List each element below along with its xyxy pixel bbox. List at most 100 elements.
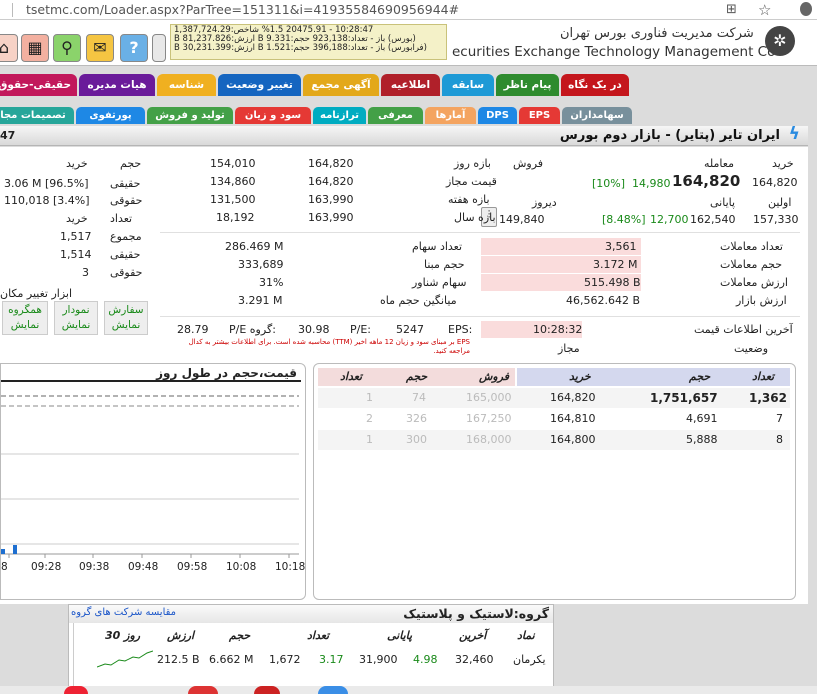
eps-label: EPS:	[448, 323, 473, 336]
group-cell-symbol[interactable]: یکرمان	[513, 653, 546, 666]
divider	[160, 232, 800, 233]
group-header-volume: حجم	[229, 629, 251, 642]
browser-address-bar: tsetmc.com/Loader.aspx?ParTree=151311&i=…	[0, 0, 817, 20]
tool-order-button[interactable]: سفارش نمایش	[104, 301, 148, 335]
search-icon[interactable]: ⚲	[53, 34, 81, 62]
taskbar-app-icon[interactable]	[318, 686, 348, 694]
tab-status-change[interactable]: تغییر وضعیت	[218, 74, 301, 96]
tab-profit-loss[interactable]: سود و زیان	[235, 107, 311, 124]
tab-balance-sheet[interactable]: ترازنامه	[313, 107, 366, 124]
tab-intro[interactable]: معرفی	[368, 107, 423, 124]
sparkline-line	[97, 650, 153, 668]
taskbar-app-icon[interactable]	[254, 686, 280, 694]
volume-bar	[1, 549, 5, 554]
status-value: مجاز	[558, 342, 580, 355]
stats-value-market-value: 46,562.642 B	[566, 294, 641, 307]
trade-price: 164,820	[672, 172, 741, 190]
x-tick-label: 10:18	[275, 561, 306, 573]
stats-label-base-volume: حجم مبنا	[424, 258, 465, 271]
order-cell: 164,810	[550, 412, 596, 425]
group-header-symbol: نماد	[517, 629, 535, 642]
buy-header-bg	[517, 368, 790, 386]
tab-history[interactable]: سابقه	[442, 74, 494, 96]
pe-value: 30.98	[298, 323, 330, 336]
tool-group-button[interactable]: همگروه نمایش	[2, 301, 48, 335]
stats-value-float: 31%	[259, 276, 284, 289]
tool-chart-button[interactable]: نمودار نمایش	[54, 301, 98, 335]
range-high-year: 163,990	[308, 211, 354, 224]
tab-stats[interactable]: آمارها	[425, 107, 476, 124]
last-price: 162,540	[690, 213, 736, 226]
x-tick-label: 09:58	[177, 561, 208, 573]
group-cell-count: 1,672	[269, 653, 301, 666]
tab-overview[interactable]: در یک نگاه	[561, 74, 629, 96]
order-book-panel: تعداد حجم خرید فروش حجم تعداد 1,362 1,75…	[313, 363, 796, 600]
tab-shareholders[interactable]: سهامداران	[562, 107, 632, 124]
stats-value-shares: 286.469 M	[225, 240, 284, 253]
site-header: ⌂ ▦ ⚲ ✉ ? 10:28:47 - 20475.91 %1.5 شاخص:…	[0, 20, 817, 66]
tab-board[interactable]: هیات مدیره	[79, 74, 155, 96]
sparkline-30d	[97, 650, 153, 668]
lightning-icon: ϟ	[788, 124, 800, 144]
tab-individual-legal[interactable]: حقیقی-حقوق	[0, 74, 77, 96]
symbol-code: 47	[0, 129, 16, 142]
company-name-en: ecurities Exchange Technology Management…	[452, 44, 776, 60]
range-label-week: بازه هفته	[448, 193, 490, 206]
tab-meeting-ads[interactable]: آگهی مجمع	[303, 74, 379, 96]
tab-meeting-decisions[interactable]: تصمیمات مجا	[0, 107, 74, 124]
order-cell: 4,691	[686, 412, 718, 425]
buy-label: خرید	[772, 157, 794, 170]
url-text[interactable]: tsetmc.com/Loader.aspx?ParTree=151311&i=…	[26, 2, 459, 17]
more-icon[interactable]	[152, 34, 166, 62]
group-header-30d: 30 روز	[105, 629, 141, 642]
tab-announcements[interactable]: اطلاعیه	[381, 74, 440, 96]
group-pe-label: P/E گروه:	[229, 323, 276, 336]
group-header-value: ارزش	[167, 629, 195, 642]
group-cell-final-change: 3.17	[319, 653, 344, 666]
group-compare-link[interactable]: مقایسه شرکت های گروه	[71, 607, 176, 618]
group-pe-value: 28.79	[177, 323, 209, 336]
translate-icon[interactable]: ⊞	[726, 2, 737, 17]
order-header-count-sell: تعداد	[340, 370, 363, 383]
profile-icon[interactable]	[800, 2, 812, 16]
market-ticker: 10:28:47 - 20475.91 %1.5 شاخص:1,387,724.…	[170, 24, 447, 60]
taskbar-app-icon[interactable]	[188, 686, 218, 694]
table-icon[interactable]: ▦	[21, 34, 49, 62]
client-value-legal-count: 3	[82, 266, 89, 279]
home-icon[interactable]: ⌂	[0, 34, 18, 62]
help-icon[interactable]: ?	[120, 34, 148, 62]
range-low-allowed: 134,860	[210, 175, 256, 188]
first-label: اولین	[768, 196, 792, 209]
group-header-count: تعداد	[307, 629, 330, 642]
divider	[73, 623, 74, 694]
star-icon[interactable]: ☆	[758, 1, 771, 19]
order-cell: 7	[776, 412, 783, 425]
taskbar	[0, 686, 817, 694]
tab-identity[interactable]: شناسه	[157, 74, 216, 96]
tab-dps[interactable]: DPS	[478, 107, 517, 124]
volume-bar	[13, 545, 17, 554]
company-name-fa: شرکت مدیریت فناوری بورس تهران	[560, 26, 754, 41]
order-cell: 300	[406, 433, 427, 446]
tsetmc-logo-icon: ✲	[765, 26, 795, 56]
group-panel: گروه:لاستیک و پلاستیک مقایسه شرکت های گر…	[68, 604, 554, 694]
message-icon[interactable]: ✉	[86, 34, 114, 62]
ticker-line-3: (فرابورس) باز - تعداد:396,188 حجم:1.521 …	[174, 42, 427, 53]
order-cell: 167,250	[466, 412, 512, 425]
last-info-label: آخرین اطلاعات قیمت	[694, 323, 793, 336]
order-header-count-buy: تعداد	[752, 370, 775, 383]
group-cell-volume: 6.662 M	[209, 653, 254, 666]
client-header-volume: حجم	[120, 157, 142, 170]
order-cell: 1	[366, 391, 373, 404]
client-value-individual-count: 1,514	[60, 248, 92, 261]
taskbar-app-icon[interactable]	[64, 686, 88, 694]
tab-production-sales[interactable]: تولید و فروش	[147, 107, 233, 124]
x-tick-label: 09:38	[79, 561, 110, 573]
stats-label-trade-count: تعداد معاملات	[720, 240, 783, 253]
tab-supervisor-message[interactable]: پیام ناظر	[496, 74, 559, 96]
stats-label-float: سهام شناور	[412, 276, 467, 289]
first-price: 157,330	[753, 213, 799, 226]
tab-eps[interactable]: EPS	[519, 107, 560, 124]
range-low-year: 18,192	[216, 211, 255, 224]
tab-portfolio[interactable]: پورتفوی	[76, 107, 145, 124]
